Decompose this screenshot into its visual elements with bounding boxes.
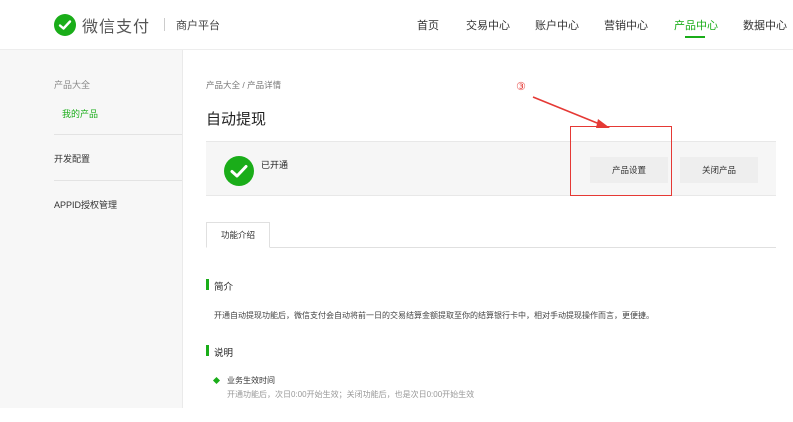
top-header: 微信支付 商户平台 首页 交易中心 账户中心 营销中心 产品中心 数据中心 <box>0 0 793 50</box>
nav-product-center[interactable]: 产品中心 <box>674 17 718 33</box>
logo-text: 微信支付 <box>82 19 151 36</box>
sidebar-divider <box>54 134 182 135</box>
sidebar-group-product-catalog[interactable]: 产品大全 <box>54 78 90 91</box>
nav-data-center[interactable]: 数据中心 <box>743 17 787 33</box>
logo-divider <box>164 18 165 31</box>
wechat-pay-logo[interactable]: 微信支付 <box>54 13 150 37</box>
section-title-notes: 说明 <box>214 348 234 359</box>
tab-feature-intro[interactable]: 功能介绍 <box>206 222 270 248</box>
nav-trade-center[interactable]: 交易中心 <box>466 17 510 33</box>
status-label: 已开通 <box>261 160 289 170</box>
platform-label: 商户平台 <box>176 20 220 32</box>
nav-active-indicator <box>685 36 705 38</box>
close-product-button[interactable]: 关闭产品 <box>680 157 758 183</box>
note-item-title: 业务生效时间 <box>227 376 275 385</box>
tabs-divider <box>206 247 776 248</box>
section-marker <box>206 345 209 356</box>
diamond-bullet-icon <box>212 376 221 385</box>
note-item-desc: 开通功能后，次日0:00开始生效；关闭功能后，也是次日0:00开始生效 <box>227 390 475 399</box>
page-title: 自动提现 <box>206 111 267 128</box>
sidebar-item-appid-auth[interactable]: APPID授权管理 <box>54 198 117 211</box>
sidebar-divider <box>54 180 182 181</box>
section-marker <box>206 279 209 290</box>
section-title-intro: 简介 <box>214 282 234 293</box>
nav-home[interactable]: 首页 <box>417 17 439 33</box>
sidebar: 产品大全 我的产品 开发配置 APPID授权管理 <box>0 50 183 408</box>
breadcrumb[interactable]: 产品大全 / 产品详情 <box>206 79 281 91</box>
sidebar-item-my-products[interactable]: 我的产品 <box>62 107 98 120</box>
check-icon <box>224 156 254 186</box>
annotation-step-number: ③ <box>516 81 526 93</box>
sidebar-item-dev-config[interactable]: 开发配置 <box>54 152 90 165</box>
product-status-panel: 已开通 产品设置 关闭产品 <box>206 141 776 196</box>
page-bottom <box>0 408 793 422</box>
nav-account-center[interactable]: 账户中心 <box>535 17 579 33</box>
wechat-pay-icon <box>54 14 76 36</box>
intro-text: 开通自动提现功能后，微信支付会自动将前一日的交易结算金额提取至你的结算银行卡中，… <box>214 311 654 320</box>
nav-marketing-center[interactable]: 营销中心 <box>604 17 648 33</box>
annotation-highlight-box <box>570 126 672 196</box>
